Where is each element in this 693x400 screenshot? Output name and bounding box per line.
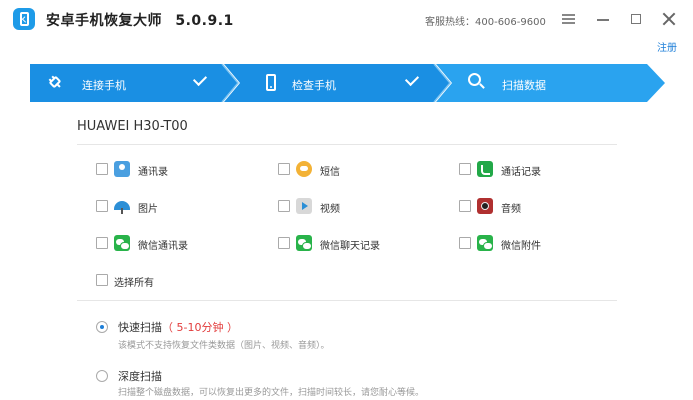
contacts-label: 通讯录 xyxy=(138,167,168,178)
contacts-checkbox[interactable] xyxy=(96,163,108,175)
app-logo-icon xyxy=(13,8,35,30)
deep-scan-desc: 扫描整个磁盘数据，可以恢复出更多的文件，扫描时间较长，请您耐心等候。 xyxy=(118,388,425,398)
maximize-icon[interactable] xyxy=(627,10,645,28)
wechat-contacts-checkbox[interactable] xyxy=(96,237,108,249)
progress-steps: 连接手机 检查手机 扫描数据 xyxy=(30,64,665,102)
title-bar: 安卓手机恢复大师 5.0.9.1 客服热线：400-606-9600 xyxy=(0,0,693,38)
step-2-label: 检查手机 xyxy=(292,79,336,92)
step-2-shape xyxy=(224,64,450,102)
wechat-icon xyxy=(114,235,130,251)
hotline-text: 客服热线：400-606-9600 xyxy=(425,17,546,28)
app-version: 5.0.9.1 xyxy=(175,13,234,29)
close-icon[interactable] xyxy=(660,10,678,28)
wechat-contacts-label: 微信通讯录 xyxy=(138,241,188,252)
register-link[interactable]: 注册 xyxy=(657,39,677,54)
quick-scan-duration: （ 5-10分钟 ） xyxy=(162,321,238,334)
wechat-icon xyxy=(296,235,312,251)
quick-scan-radio[interactable] xyxy=(96,321,108,333)
wechat-attachments-checkbox[interactable] xyxy=(459,237,471,249)
video-label: 视频 xyxy=(320,204,340,215)
wechat-icon xyxy=(477,235,493,251)
sms-checkbox[interactable] xyxy=(278,163,290,175)
plug-icon xyxy=(46,73,64,91)
device-name: HUAWEI H30-T00 xyxy=(77,119,188,134)
step-1-label: 连接手机 xyxy=(82,79,126,92)
video-checkbox[interactable] xyxy=(278,200,290,212)
photos-label: 图片 xyxy=(138,204,158,215)
menu-icon[interactable] xyxy=(560,10,578,28)
quick-scan-label: 快速扫描 xyxy=(118,321,162,334)
select-all-checkbox[interactable] xyxy=(96,274,108,286)
deep-scan-title: 深度扫描 xyxy=(118,368,162,384)
deep-scan-label: 深度扫描 xyxy=(118,370,162,383)
call-log-checkbox[interactable] xyxy=(459,163,471,175)
step-3-label: 扫描数据 xyxy=(502,79,546,92)
wechat-attachments-label: 微信附件 xyxy=(501,241,541,252)
app-name: 安卓手机恢复大师 xyxy=(46,13,162,29)
sms-icon xyxy=(296,161,312,177)
video-icon xyxy=(296,198,312,214)
app-title: 安卓手机恢复大师 5.0.9.1 xyxy=(46,10,234,30)
divider-bottom xyxy=(77,300,617,301)
call-log-icon xyxy=(477,161,493,177)
photo-icon xyxy=(114,198,130,214)
photos-checkbox[interactable] xyxy=(96,200,108,212)
audio-checkbox[interactable] xyxy=(459,200,471,212)
sms-label: 短信 xyxy=(320,167,340,178)
deep-scan-radio[interactable] xyxy=(96,370,108,382)
divider-top xyxy=(77,144,617,145)
wechat-chats-label: 微信聊天记录 xyxy=(320,241,380,252)
audio-label: 音频 xyxy=(501,204,521,215)
call-log-label: 通话记录 xyxy=(501,167,541,178)
minimize-icon[interactable] xyxy=(594,10,612,28)
quick-scan-desc: 该模式不支持恢复文件类数据（图片、视频、音频）。 xyxy=(118,341,330,351)
select-all-label: 选择所有 xyxy=(114,278,154,289)
wechat-chats-checkbox[interactable] xyxy=(278,237,290,249)
quick-scan-title: 快速扫描（ 5-10分钟 ） xyxy=(118,319,238,335)
search-icon xyxy=(468,73,486,91)
audio-icon xyxy=(477,198,493,214)
contacts-icon xyxy=(114,161,130,177)
phone-icon xyxy=(266,74,276,91)
